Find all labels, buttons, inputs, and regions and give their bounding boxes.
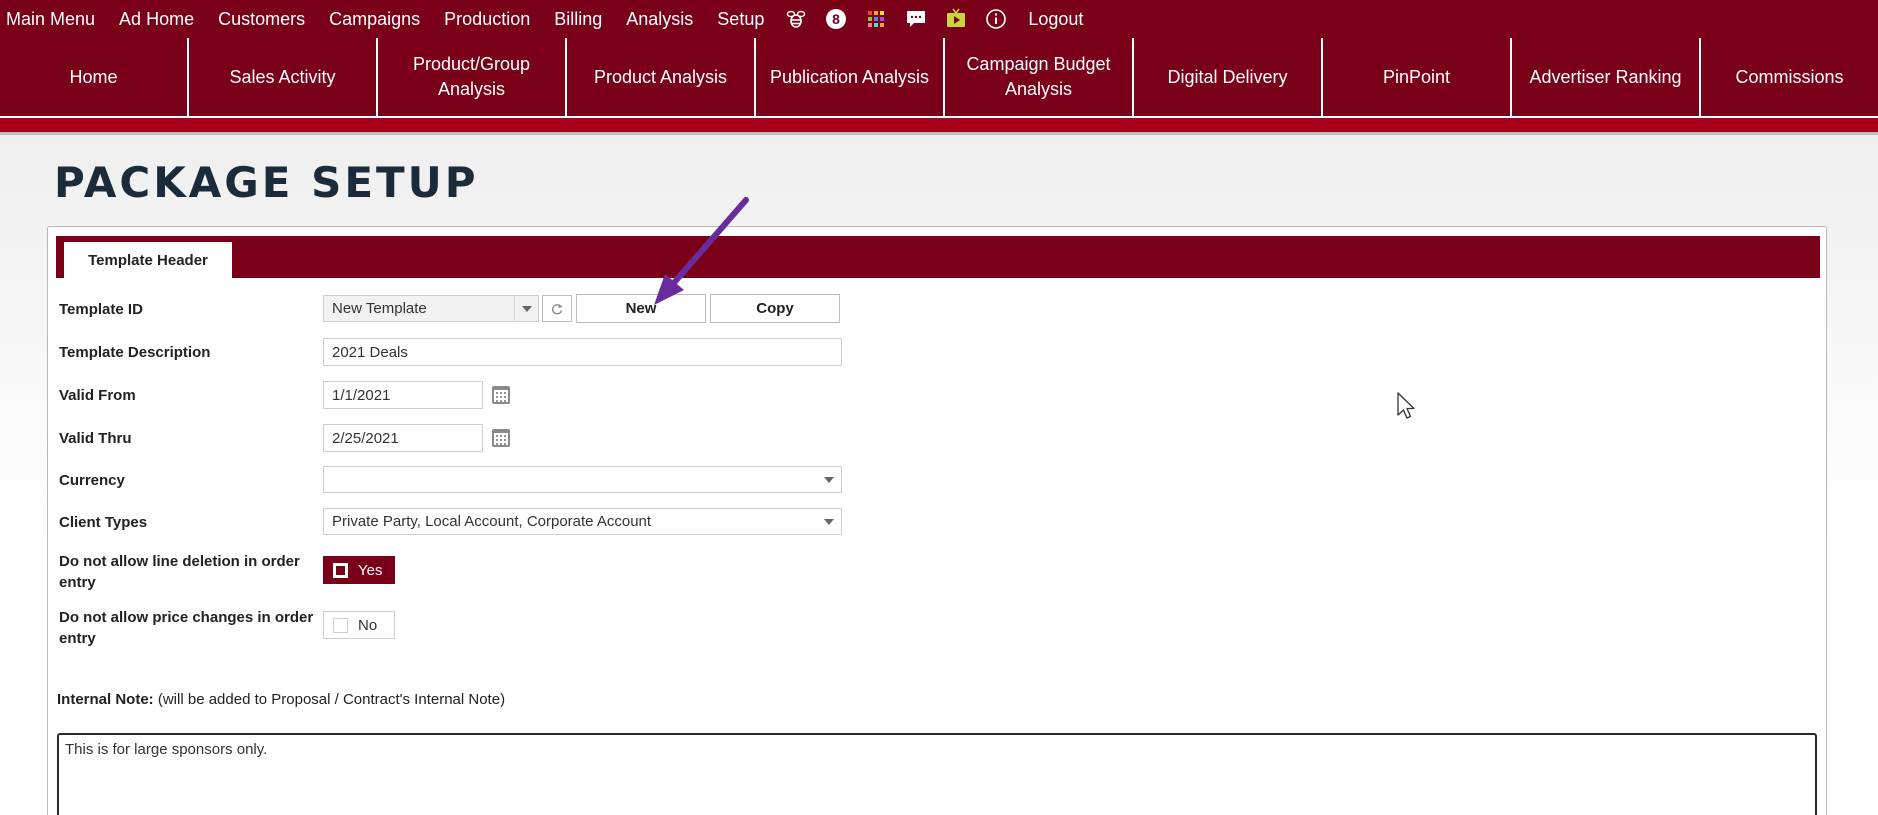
menu-production[interactable]: Production: [432, 0, 542, 38]
no-line-deletion-value: Yes: [358, 561, 383, 579]
mouse-cursor-icon: [1397, 392, 1415, 419]
menu-logout[interactable]: Logout: [1016, 0, 1095, 38]
no-price-changes-toggle[interactable]: No: [323, 611, 395, 639]
nav-tab-product-group-analysis[interactable]: Product/Group Analysis: [378, 38, 567, 116]
internal-note-textarea[interactable]: This is for large sponsors only.: [57, 733, 1817, 815]
panel-tab-strip: Template Header: [56, 236, 1820, 278]
client-types-label: Client Types: [59, 514, 148, 531]
valid-from-input[interactable]: 1/1/2021: [323, 381, 483, 409]
refresh-button[interactable]: [542, 295, 572, 322]
refresh-icon: [552, 303, 563, 314]
checkbox-unchecked-icon: [333, 617, 348, 633]
notification-badge-icon[interactable]: 8: [816, 0, 856, 38]
nav-tab-publication-analysis[interactable]: Publication Analysis: [756, 38, 945, 116]
chevron-down-icon[interactable]: [817, 509, 841, 534]
template-id-label: Template ID: [59, 301, 143, 318]
menu-billing[interactable]: Billing: [542, 0, 614, 38]
apps-grid-icon[interactable]: [856, 0, 896, 38]
chevron-down-icon[interactable]: [817, 467, 841, 492]
tv-play-icon[interactable]: [936, 0, 976, 38]
top-menu-bar: Main Menu Ad Home Customers Campaigns Pr…: [0, 0, 1878, 38]
currency-label: Currency: [59, 472, 125, 489]
copy-button[interactable]: Copy: [710, 294, 840, 323]
client-types-select[interactable]: Private Party, Local Account, Corporate …: [323, 508, 842, 535]
checkbox-checked-icon: [333, 562, 348, 578]
nav-tab-campaign-budget-analysis[interactable]: Campaign Budget Analysis: [945, 38, 1134, 116]
template-description-input[interactable]: 2021 Deals: [323, 338, 842, 366]
chat-icon[interactable]: [896, 0, 936, 38]
no-line-deletion-toggle[interactable]: Yes: [323, 556, 395, 584]
template-id-select[interactable]: New Template: [323, 295, 539, 322]
page-title: PACKAGE SETUP: [54, 158, 479, 207]
internal-note-label: Internal Note: (will be added to Proposa…: [57, 691, 505, 708]
no-price-changes-value: No: [358, 616, 378, 634]
chevron-down-icon[interactable]: [514, 296, 538, 321]
menu-analysis[interactable]: Analysis: [614, 0, 705, 38]
nav-tab-pinpoint[interactable]: PinPoint: [1323, 38, 1512, 116]
template-panel: Template Header: [47, 226, 1827, 815]
valid-from-calendar-icon[interactable]: [492, 386, 510, 404]
nav-tab-sales-activity[interactable]: Sales Activity: [189, 38, 378, 116]
valid-thru-input[interactable]: 2/25/2021: [323, 424, 483, 452]
nav-tab-commissions[interactable]: Commissions: [1701, 38, 1878, 116]
no-line-deletion-label: Do not allow line deletion in order entr…: [59, 553, 300, 591]
menu-campaigns[interactable]: Campaigns: [317, 0, 432, 38]
nav-tab-digital-delivery[interactable]: Digital Delivery: [1134, 38, 1323, 116]
valid-from-label: Valid From: [59, 387, 136, 404]
nav-tab-advertiser-ranking[interactable]: Advertiser Ranking: [1512, 38, 1701, 116]
template-id-value: New Template: [332, 300, 427, 317]
nav-tab-product-analysis[interactable]: Product Analysis: [567, 38, 756, 116]
template-description-label: Template Description: [59, 344, 211, 361]
tab-template-header[interactable]: Template Header: [64, 242, 232, 278]
new-button[interactable]: New: [576, 294, 706, 323]
menu-customers[interactable]: Customers: [206, 0, 317, 38]
currency-select[interactable]: [323, 466, 842, 493]
nav-tab-home[interactable]: Home: [0, 38, 189, 116]
bee-icon[interactable]: [776, 0, 816, 38]
internal-note-hint: (will be added to Proposal / Contract's …: [157, 691, 506, 708]
info-icon[interactable]: [976, 0, 1016, 38]
internal-note-title: Internal Note:: [57, 691, 154, 708]
no-price-changes-label: Do not allow price changes in order entr…: [59, 609, 314, 647]
analysis-nav: Home Sales Activity Product/Group Analys…: [0, 38, 1878, 116]
menu-setup[interactable]: Setup: [705, 0, 776, 38]
client-types-value: Private Party, Local Account, Corporate …: [332, 513, 652, 530]
menu-main-menu[interactable]: Main Menu: [0, 0, 107, 38]
valid-thru-calendar-icon[interactable]: [492, 429, 510, 447]
menu-ad-home[interactable]: Ad Home: [107, 0, 206, 38]
valid-thru-label: Valid Thru: [59, 430, 132, 447]
notification-count: 8: [832, 11, 840, 27]
header-stripe: [0, 116, 1878, 132]
